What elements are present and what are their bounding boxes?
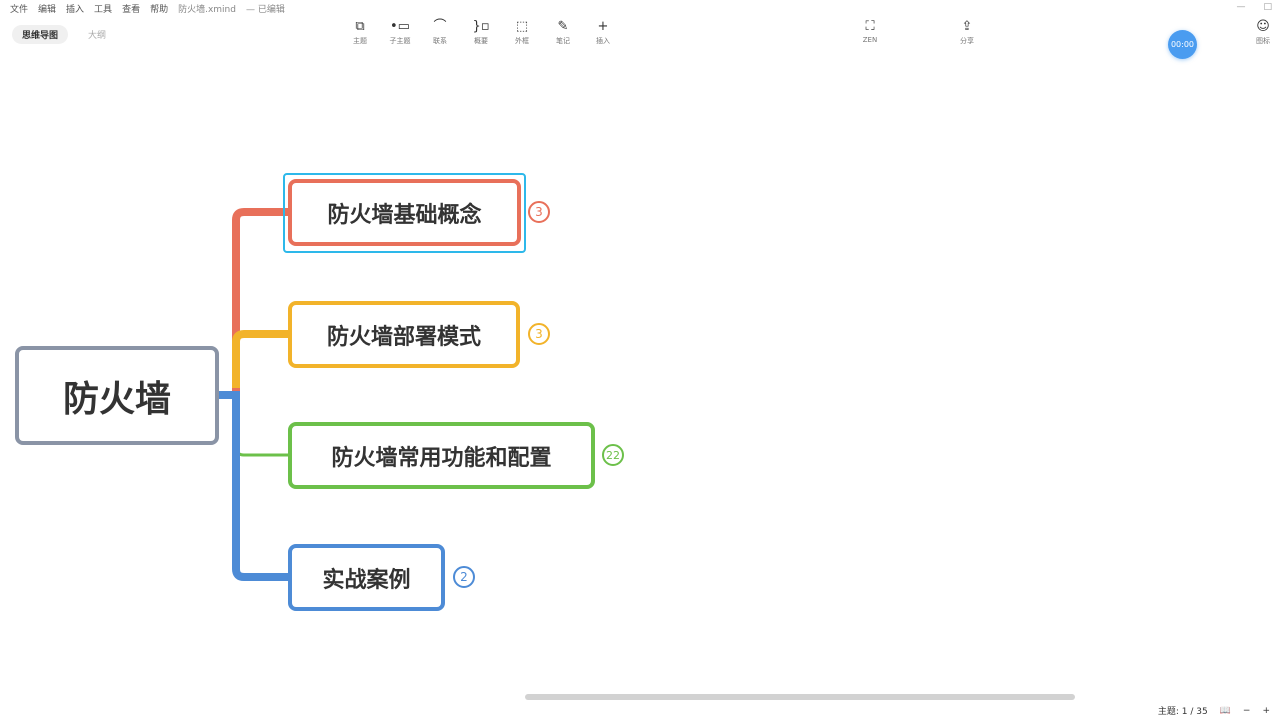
collapsed-count-badge-4[interactable]: 2 (453, 566, 475, 588)
collapsed-count-badge-1[interactable]: 3 (528, 201, 550, 223)
branch-topic-3[interactable]: 防火墙常用功能和配置 (288, 422, 595, 489)
branch-topic-1[interactable]: 防火墙基础概念 (288, 179, 521, 246)
connector-1 (218, 208, 289, 399)
central-topic[interactable]: 防火墙 (15, 346, 219, 445)
zoom-out-button[interactable]: − (1243, 706, 1251, 716)
topic-count: 主题: 1 / 35 (1157, 707, 1208, 717)
zoom-in-button[interactable]: + (1262, 706, 1270, 716)
branch-topic-4[interactable]: 实战案例 (288, 544, 445, 611)
horizontal-scrollbar[interactable] (525, 694, 1075, 700)
collapsed-count-badge-2[interactable]: 3 (528, 323, 550, 345)
connector-4 (218, 391, 289, 581)
book-icon[interactable]: 📖 (1220, 706, 1231, 716)
collapsed-count-badge-3[interactable]: 22 (602, 444, 624, 466)
connector-2 (232, 330, 289, 388)
branch-topic-2[interactable]: 防火墙部署模式 (288, 301, 520, 368)
connector-3 (234, 395, 289, 457)
